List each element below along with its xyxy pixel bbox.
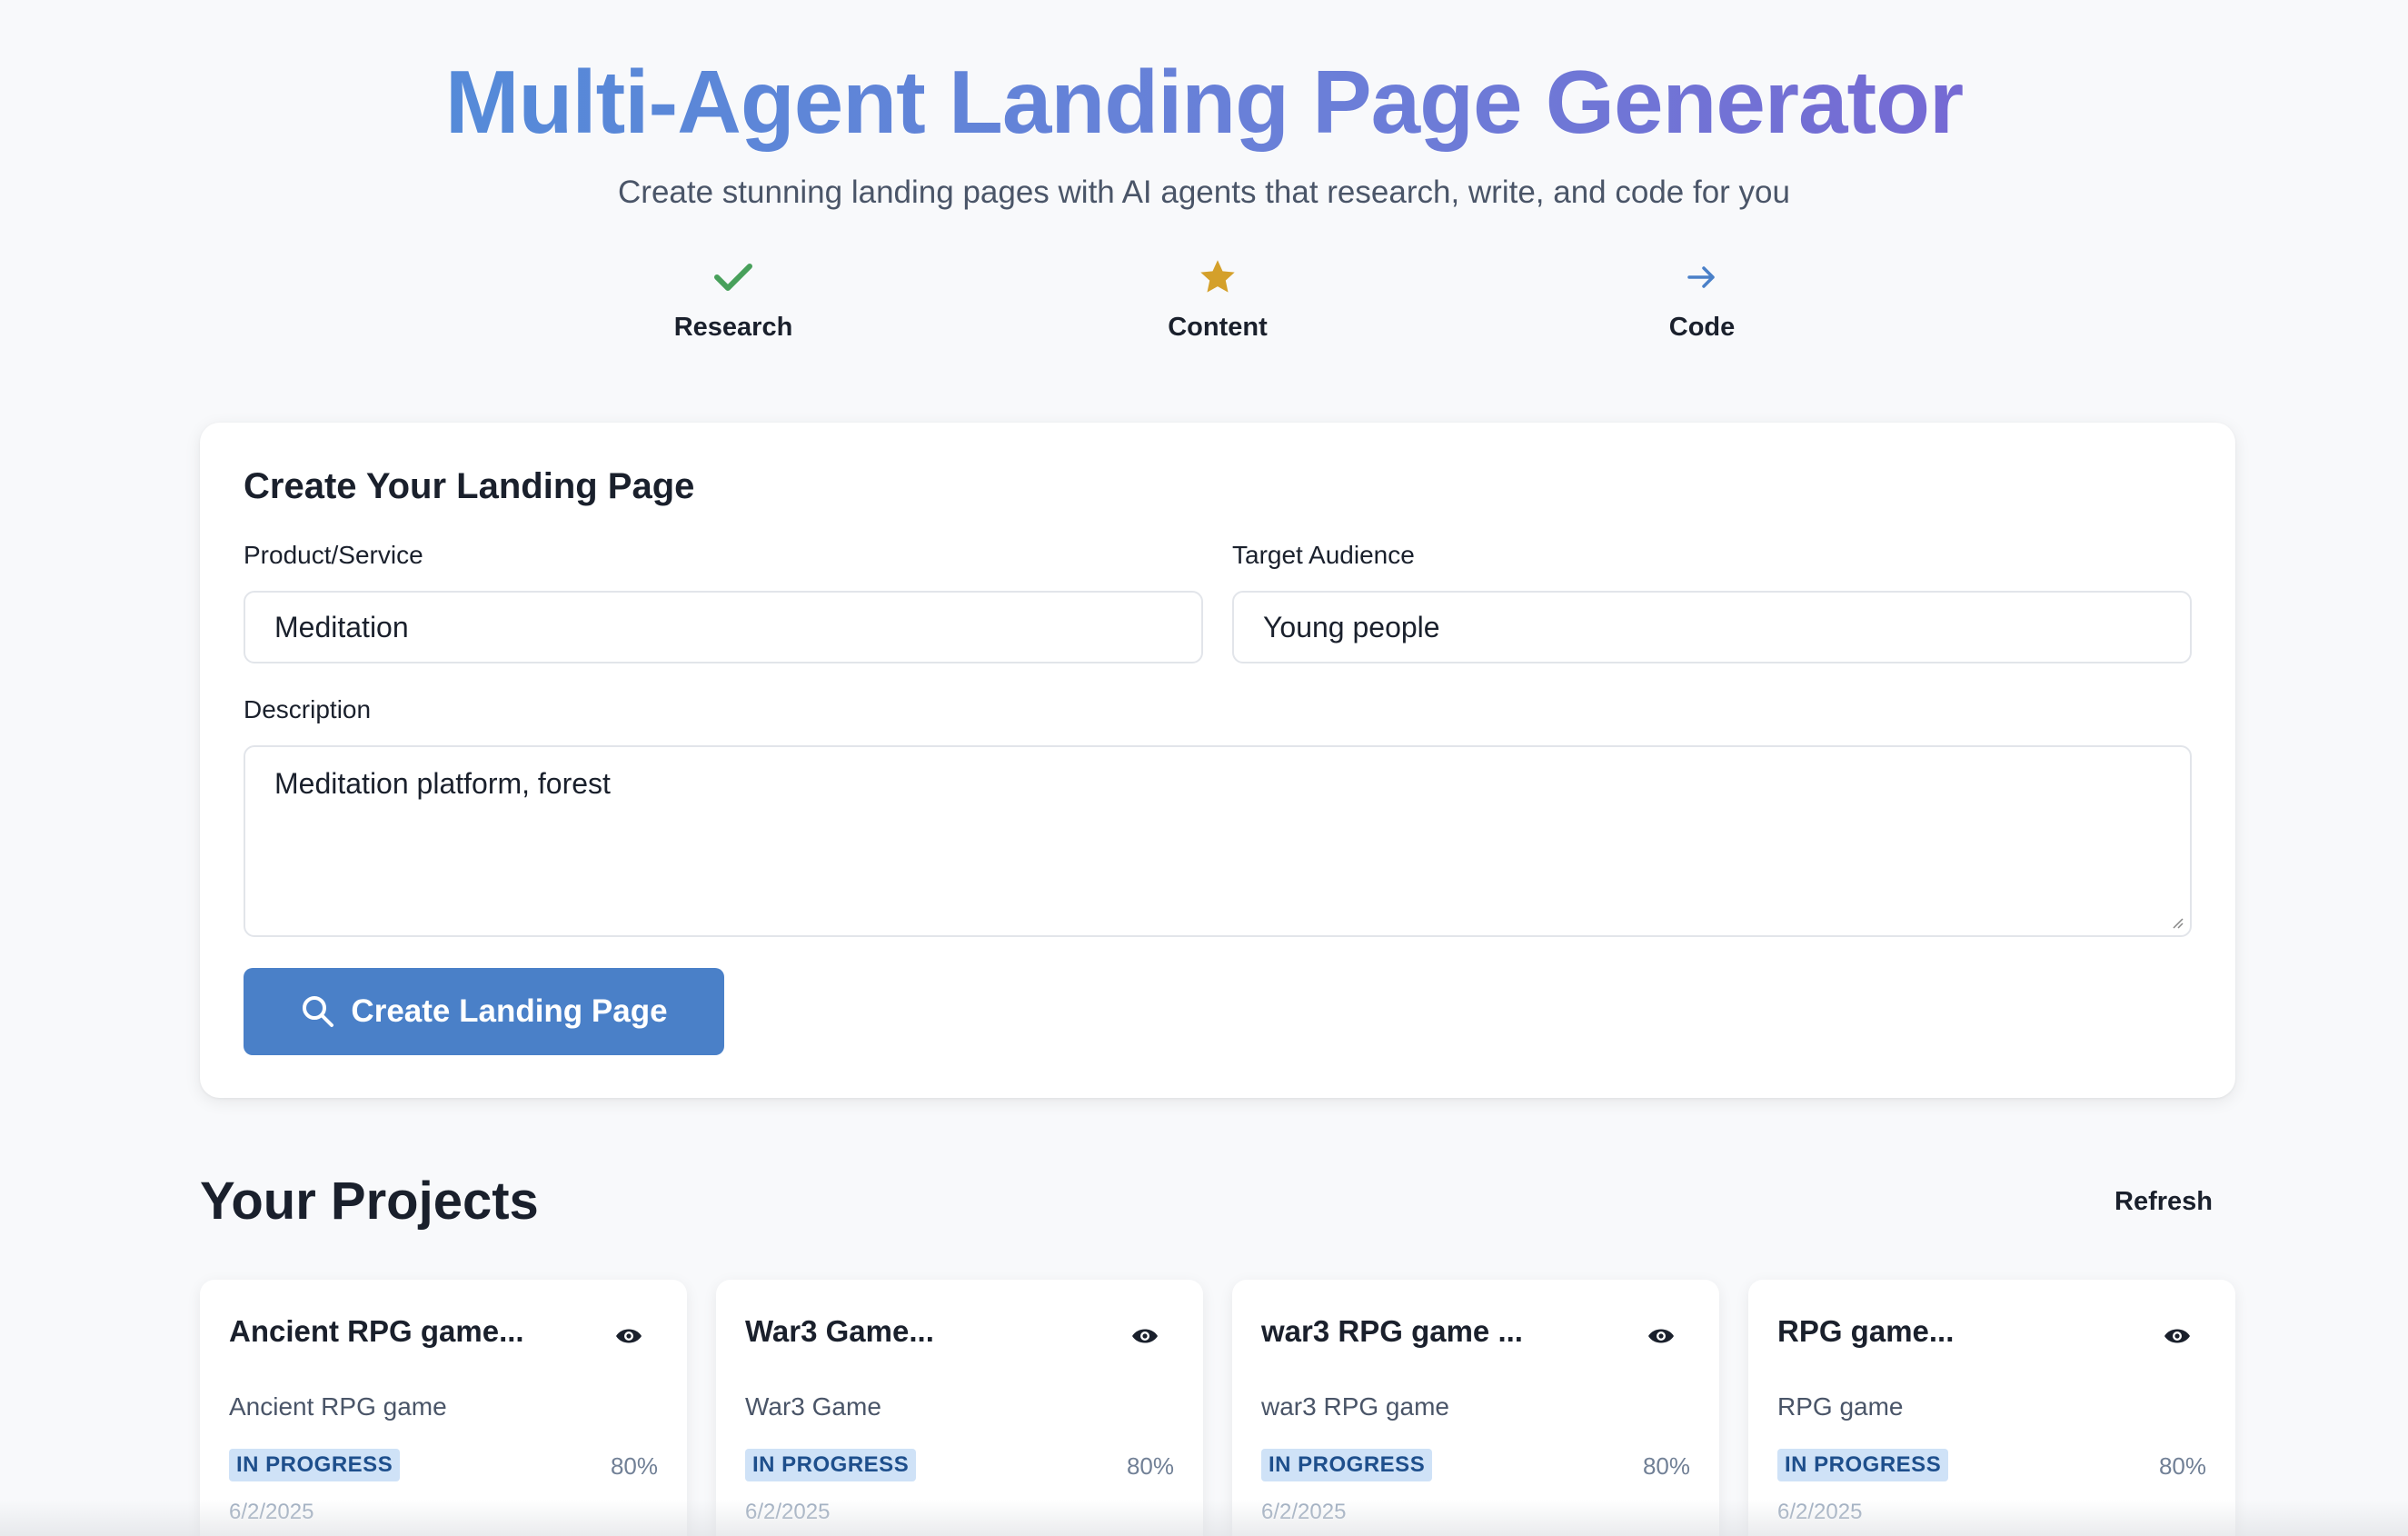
step-label: Research [673, 313, 793, 342]
project-date: 6/2/2025 [745, 1500, 831, 1524]
audience-label: Target Audience [1232, 541, 1415, 569]
product-label: Product/Service [244, 541, 423, 569]
eye-icon[interactable] [614, 1325, 643, 1347]
project-card[interactable]: Ancient RPG game... Ancient RPG game IN … [200, 1280, 687, 1536]
audience-input[interactable]: Young people [1232, 591, 2192, 663]
page: Multi-Agent Landing Page Generator Creat… [0, 0, 2408, 1536]
page-subtitle: Create stunning landing pages with AI ag… [618, 175, 1790, 210]
product-input-value: Meditation [274, 610, 409, 643]
progress-percent: 80% [1642, 1452, 1690, 1480]
product-input[interactable]: Meditation [244, 591, 1203, 663]
search-icon [303, 996, 334, 1027]
project-title: Ancient RPG game... [229, 1314, 524, 1348]
project-card[interactable]: War3 Game... War3 Game IN PROGRESS 80% 6… [716, 1280, 1203, 1536]
project-date: 6/2/2025 [229, 1500, 314, 1524]
status-badge: IN PROGRESS [745, 1449, 917, 1481]
progress-percent: 80% [1126, 1452, 1174, 1480]
create-landing-page-button[interactable]: Create Landing Page [244, 968, 724, 1055]
description-value: Meditation platform, forest [274, 767, 611, 800]
step-content: Content [1081, 254, 1354, 343]
project-card[interactable]: war3 RPG game ... war3 RPG game IN PROGR… [1232, 1280, 1719, 1536]
project-title: War3 Game... [745, 1314, 934, 1348]
project-title: RPG game... [1777, 1314, 1955, 1348]
eye-icon[interactable] [1647, 1325, 1676, 1347]
project-date: 6/2/2025 [1777, 1500, 1863, 1524]
audience-input-value: Young people [1263, 610, 1440, 643]
progress-percent: 80% [2158, 1452, 2206, 1480]
step-code: Code [1566, 254, 1838, 343]
refresh-button[interactable]: Refresh [2114, 1187, 2213, 1217]
description-label: Description [244, 695, 372, 723]
page-title: Multi-Agent Landing Page Generator [0, 47, 2408, 156]
agent-steps: Research Content Code [0, 254, 2408, 354]
project-date: 6/2/2025 [1261, 1500, 1347, 1524]
project-description: War3 Game [745, 1392, 881, 1421]
description-textarea[interactable]: Meditation platform, forest [244, 745, 2192, 937]
step-research: Research [597, 254, 870, 343]
star-icon [1081, 254, 1354, 300]
project-title: war3 RPG game ... [1261, 1314, 1523, 1348]
projects-title: Your Projects [200, 1172, 539, 1231]
resize-grip-icon[interactable] [2170, 915, 2184, 930]
status-badge: IN PROGRESS [1261, 1449, 1433, 1481]
create-form-card: Create Your Landing Page Product/Service… [200, 423, 2235, 1098]
step-label: Content [1168, 313, 1268, 342]
arrow-right-icon [1566, 254, 1838, 300]
check-icon [597, 254, 870, 300]
project-description: war3 RPG game [1261, 1392, 1449, 1421]
eye-icon[interactable] [1130, 1325, 1159, 1347]
project-card[interactable]: RPG game... RPG game IN PROGRESS 80% 6/2… [1748, 1280, 2235, 1536]
eye-icon[interactable] [2163, 1325, 2192, 1347]
project-description: Ancient RPG game [229, 1392, 447, 1421]
form-title: Create Your Landing Page [244, 466, 695, 506]
step-label: Code [1668, 313, 1736, 342]
create-button-label: Create Landing Page [351, 993, 668, 1029]
status-badge: IN PROGRESS [229, 1449, 401, 1481]
project-description: RPG game [1777, 1392, 1904, 1421]
progress-percent: 80% [610, 1452, 658, 1480]
status-badge: IN PROGRESS [1777, 1449, 1949, 1481]
